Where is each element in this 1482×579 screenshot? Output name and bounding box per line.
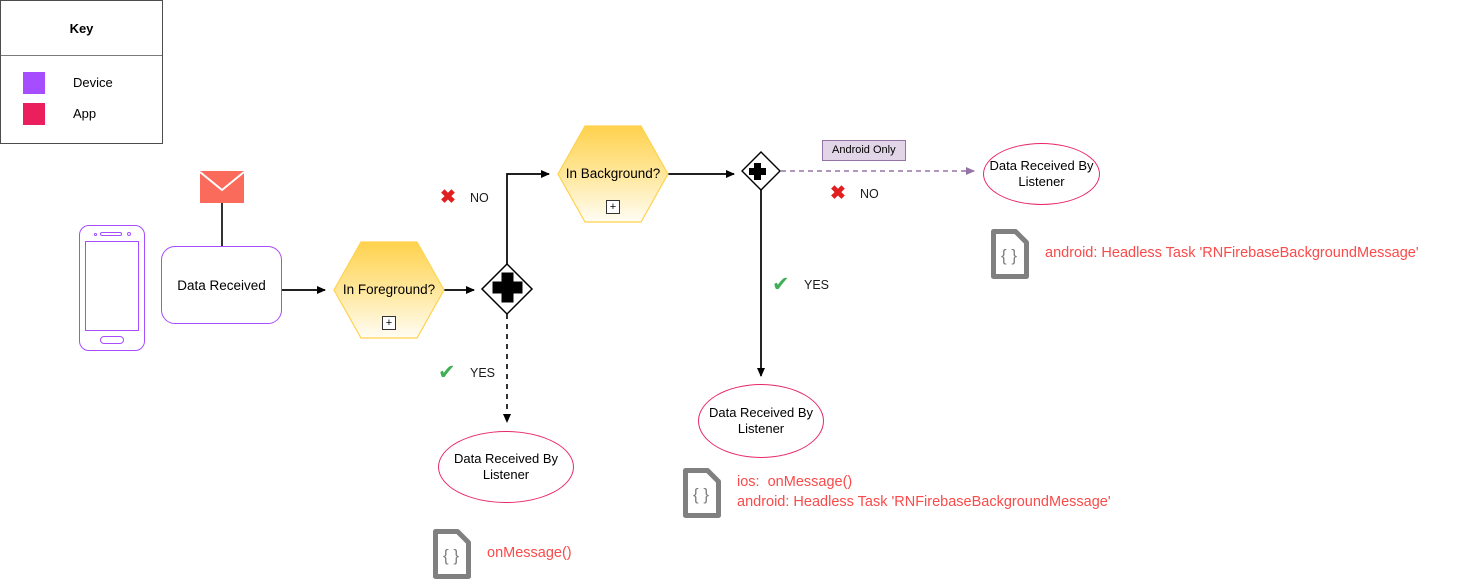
- node-label: In Foreground?: [342, 282, 436, 297]
- android-only-badge: Android Only: [822, 140, 906, 161]
- node-label: In Background?: [565, 166, 661, 181]
- app-color-swatch: [23, 102, 45, 125]
- decision-background-no: ✖ NO: [830, 183, 879, 204]
- check-mark-icon: ✔: [438, 361, 456, 384]
- node-label: Data Received By Listener: [989, 157, 1094, 189]
- key-item-app: App: [1, 98, 162, 129]
- node-listener-background[interactable]: Data Received By Listener: [698, 384, 824, 458]
- annotation-foreground: { } onMessage(): [431, 528, 572, 579]
- decision-label: YES: [470, 366, 496, 380]
- node-in-foreground[interactable]: In Foreground? +: [334, 242, 444, 338]
- phone-speaker-icon: [100, 232, 122, 236]
- node-in-background[interactable]: In Background? +: [558, 126, 668, 222]
- code-file-icon: { }: [991, 229, 1029, 279]
- subprocess-expand-marker[interactable]: +: [382, 316, 396, 330]
- node-label: Data Received By Listener: [708, 404, 814, 436]
- annotation-android: { } android: Headless Task 'RNFirebaseBa…: [989, 228, 1419, 280]
- decision-label: YES: [804, 278, 830, 292]
- code-file-icon: { }: [433, 529, 471, 579]
- svg-text:{ }: { }: [693, 485, 709, 504]
- node-label: Data Received By Listener: [453, 450, 559, 482]
- key-legend: Key Device App: [0, 0, 163, 144]
- key-item-device: Device: [1, 67, 162, 98]
- decision-foreground-yes: ✔ YES: [438, 361, 496, 384]
- phone-camera-icon: [127, 232, 131, 236]
- phone-home-button: [100, 336, 124, 344]
- annotation-background: { } ios: onMessage() android: Headless T…: [681, 467, 1111, 519]
- decision-background-yes: ✔ YES: [772, 273, 830, 296]
- node-listener-foreground[interactable]: Data Received By Listener: [438, 431, 574, 503]
- gateway-foreground[interactable]: [482, 264, 532, 314]
- node-listener-android[interactable]: Data Received By Listener: [983, 143, 1100, 205]
- phone-icon: [79, 225, 145, 351]
- decision-foreground-no: ✖ NO: [440, 187, 489, 208]
- gateway-background[interactable]: [742, 152, 780, 190]
- phone-sensor-icon: [94, 233, 97, 236]
- subprocess-expand-marker[interactable]: +: [606, 200, 620, 214]
- decision-label: NO: [470, 191, 489, 205]
- svg-text:{ }: { }: [443, 546, 459, 565]
- annotation-text: android: Headless Task 'RNFirebaseBackgr…: [1045, 245, 1419, 262]
- annotation-text: onMessage(): [487, 545, 572, 562]
- device-color-swatch: [23, 71, 45, 94]
- decision-label: NO: [860, 187, 879, 201]
- svg-text:{ }: { }: [1001, 246, 1017, 265]
- check-mark-icon: ✔: [772, 273, 790, 296]
- diagram-canvas: Key Device App Data Received In Foregrou…: [0, 0, 1482, 579]
- key-item-label: App: [73, 106, 97, 121]
- cross-mark-icon: ✖: [830, 183, 846, 204]
- annotation-text: ios: onMessage() android: Headless Task …: [737, 474, 1111, 510]
- node-label: Data Received: [177, 277, 266, 293]
- key-items: Device App: [1, 56, 162, 129]
- cross-mark-icon: ✖: [440, 187, 456, 208]
- key-title: Key: [1, 1, 162, 56]
- code-file-icon: { }: [683, 468, 721, 518]
- phone-screen: [85, 241, 139, 331]
- envelope-icon: [199, 171, 245, 203]
- key-item-label: Device: [73, 75, 113, 90]
- node-data-received[interactable]: Data Received: [161, 246, 282, 324]
